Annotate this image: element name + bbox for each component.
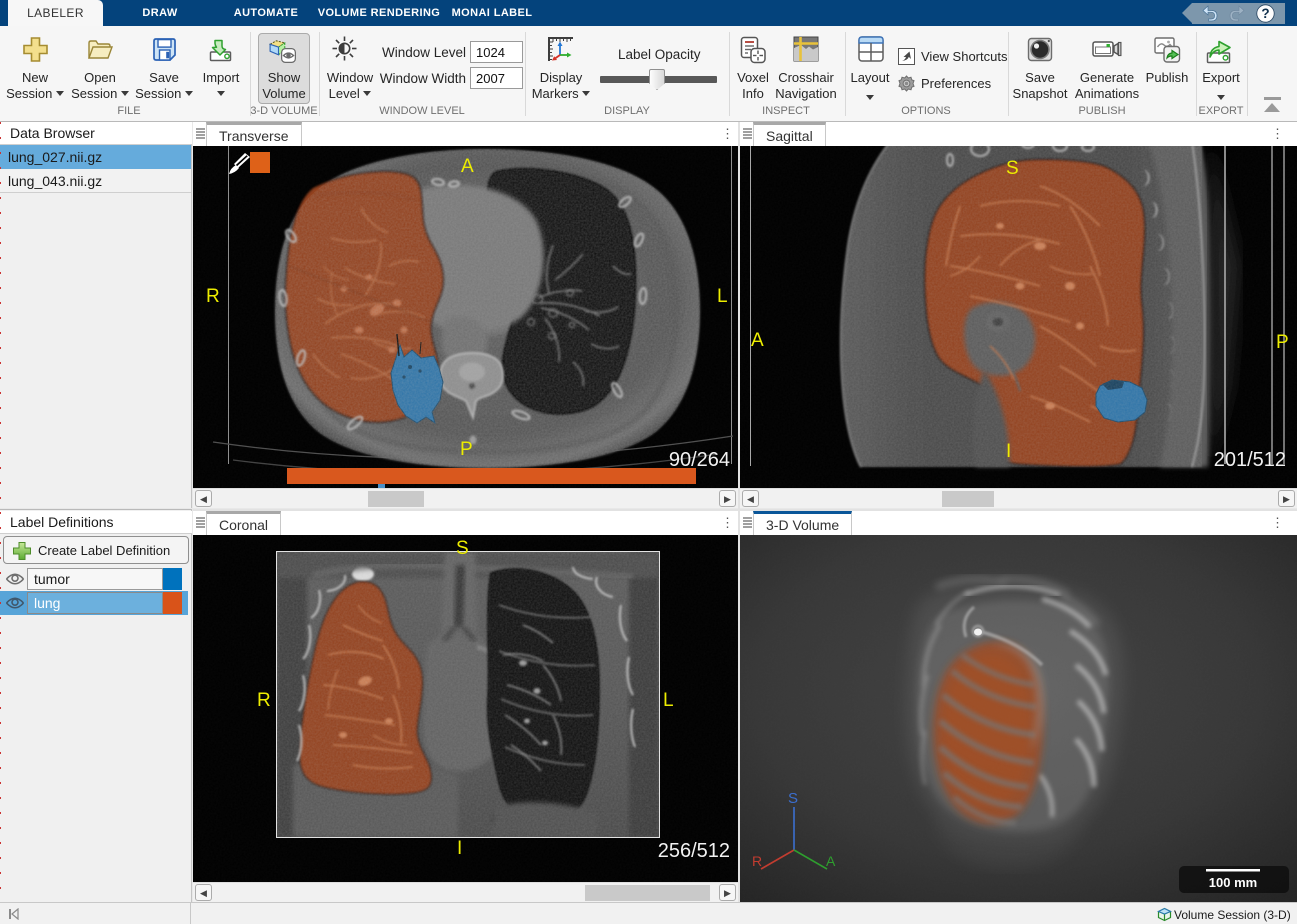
svg-text:?: ? xyxy=(1261,6,1269,21)
svg-text:100 mm: 100 mm xyxy=(1209,875,1257,890)
